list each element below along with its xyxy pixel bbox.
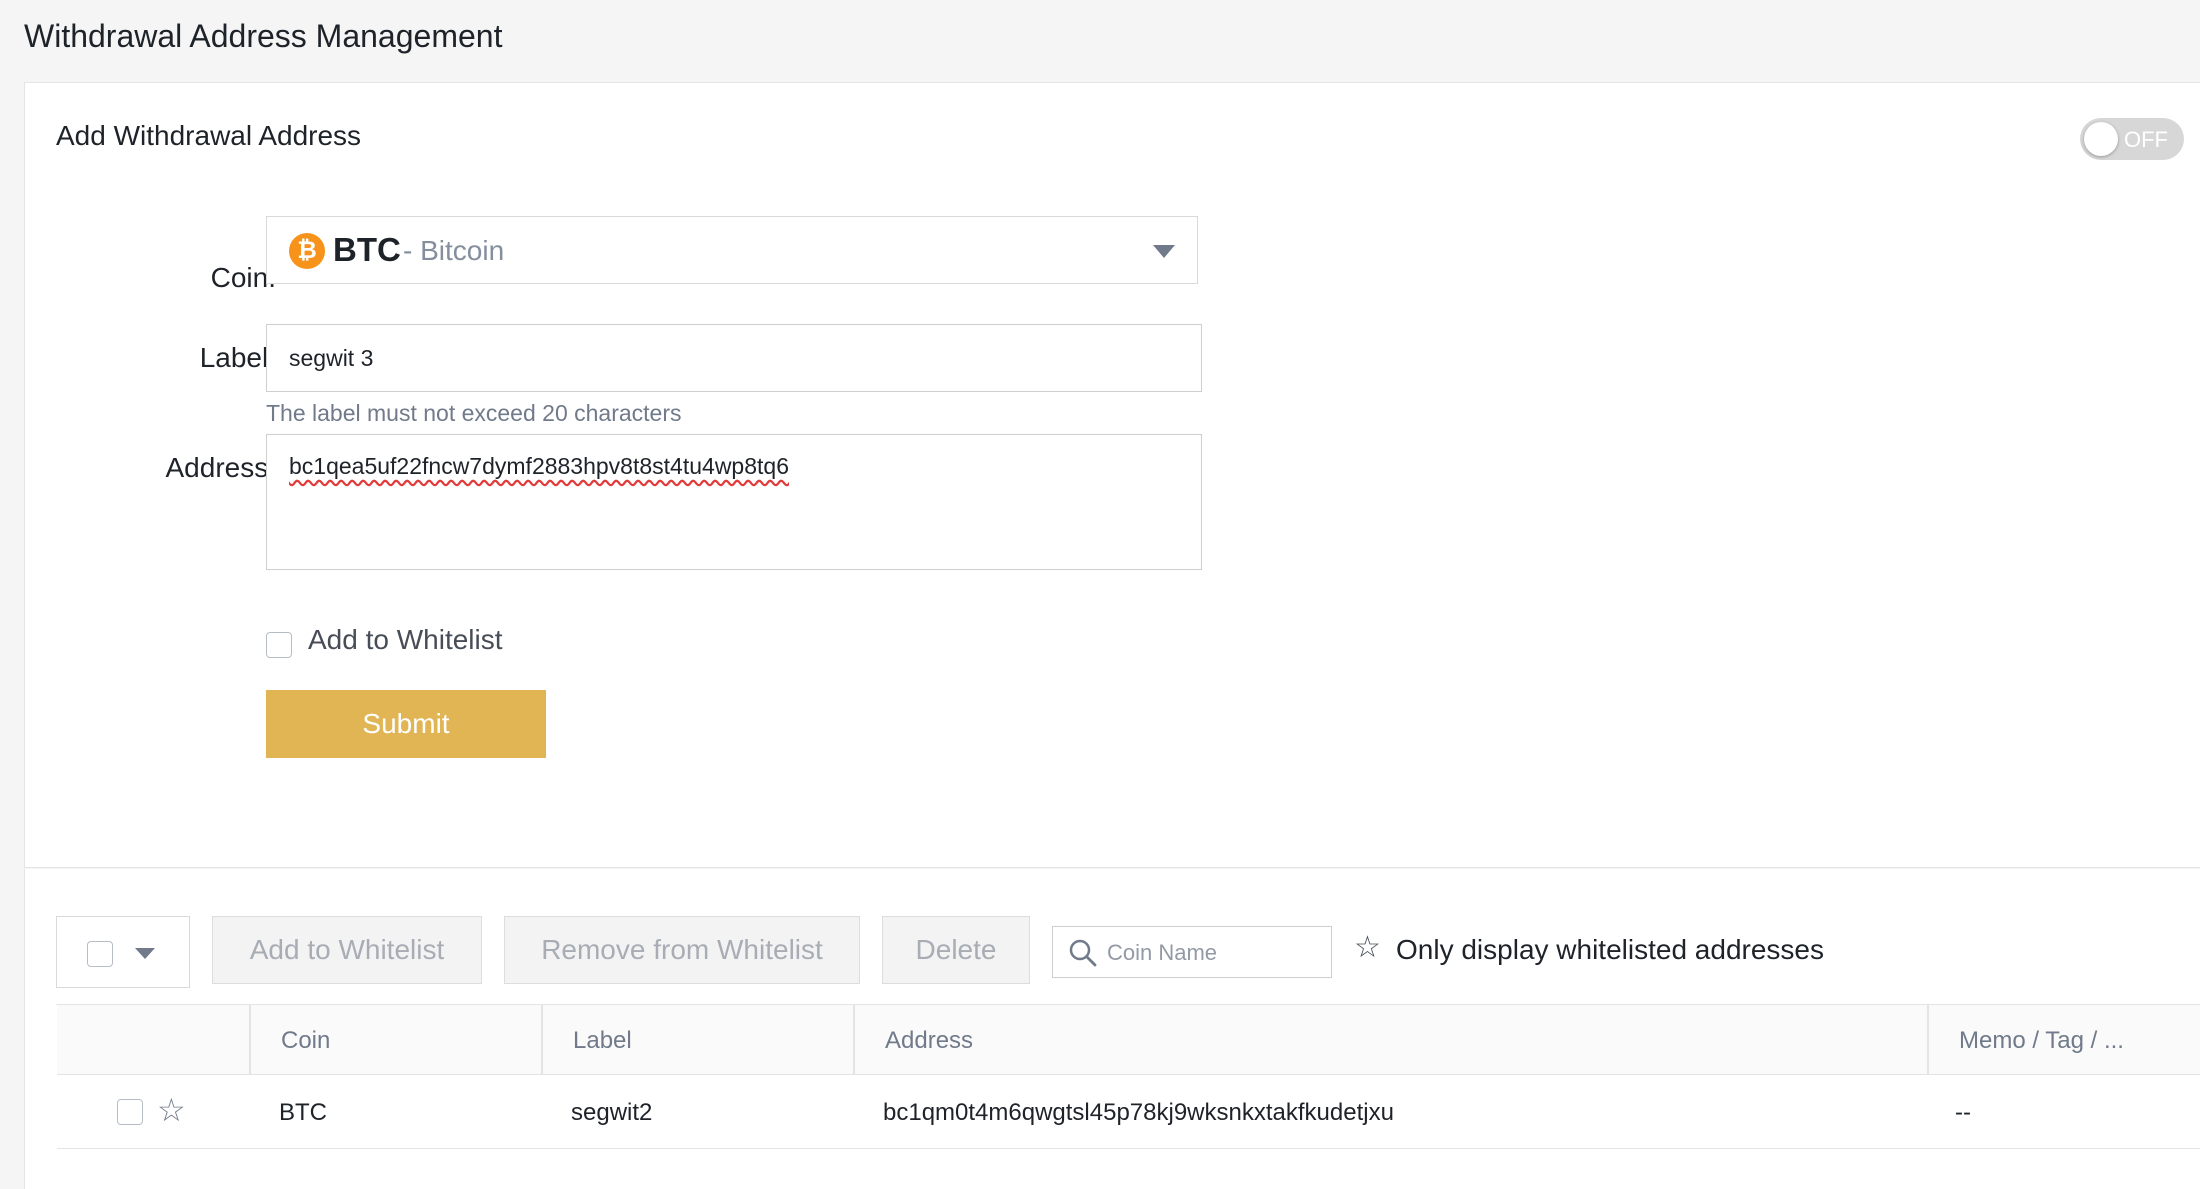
coin-label: Coin: xyxy=(210,262,276,293)
row-memo: -- xyxy=(1955,1099,1971,1126)
coin-select[interactable]: ₿ BTC - Bitcoin xyxy=(266,216,1198,284)
select-all-checkbox[interactable] xyxy=(87,941,113,967)
star-outline-icon[interactable]: ☆ xyxy=(157,1091,186,1129)
coin-symbol: BTC xyxy=(333,231,401,268)
coin-name: - Bitcoin xyxy=(403,235,505,266)
toggle-state-label: OFF xyxy=(2124,127,2168,152)
label-field-label: Label: xyxy=(199,342,276,373)
column-header-memo: Memo / Tag / ... xyxy=(1959,1027,2124,1054)
label-input[interactable] xyxy=(266,324,1202,392)
table-row[interactable]: ☆ BTC segwit2 bc1qm0t4m6qwgtsl45p78kj9wk… xyxy=(57,1075,2200,1149)
column-header-coin: Coin xyxy=(281,1027,331,1054)
delete-button[interactable]: Delete xyxy=(882,916,1030,984)
column-header-address: Address xyxy=(885,1027,974,1054)
submit-button[interactable]: Submit xyxy=(266,690,546,758)
search-placeholder: Coin Name xyxy=(1107,940,1218,965)
page-title: Withdrawal Address Management xyxy=(24,18,503,54)
column-divider xyxy=(1927,1005,1929,1075)
star-outline-icon[interactable]: ☆ xyxy=(1354,930,1381,965)
bitcoin-icon: ₿ xyxy=(289,233,325,269)
label-hint: The label must not exceed 20 characters xyxy=(266,400,682,426)
row-address: bc1qm0t4m6qwgtsl45p78kj9wksnkxtakfkudetj… xyxy=(883,1099,1394,1126)
row-checkbox[interactable] xyxy=(117,1099,143,1125)
add-to-whitelist-label[interactable]: Add to Whitelist xyxy=(308,624,503,656)
address-field-label: Address: xyxy=(165,452,277,483)
coin-search-input[interactable]: Coin Name xyxy=(1052,926,1332,978)
add-to-whitelist-button[interactable]: Add to Whitelist xyxy=(212,916,482,984)
search-icon xyxy=(1069,939,1097,967)
column-header-label: Label xyxy=(573,1027,632,1054)
row-label: segwit2 xyxy=(571,1099,653,1126)
chevron-down-icon xyxy=(1153,245,1175,258)
column-divider xyxy=(853,1005,855,1075)
column-divider xyxy=(541,1005,543,1075)
chevron-down-icon[interactable] xyxy=(135,948,155,959)
only-whitelisted-filter-label[interactable]: Only display whitelisted addresses xyxy=(1396,934,1824,966)
remove-from-whitelist-button[interactable]: Remove from Whitelist xyxy=(504,916,860,984)
whitelist-toggle[interactable]: OFF xyxy=(2080,118,2184,160)
address-input[interactable]: bc1qea5uf22fncw7dymf2883hpv8t8st4tu4wp8t… xyxy=(266,434,1202,570)
card-title: Add Withdrawal Address xyxy=(56,120,362,151)
add-to-whitelist-checkbox[interactable] xyxy=(266,632,292,658)
table-header: Coin Label Address Memo / Tag / ... xyxy=(57,1005,2200,1075)
column-divider xyxy=(249,1005,251,1075)
toggle-knob xyxy=(2084,122,2118,156)
address-table: Coin Label Address Memo / Tag / ... ☆ BT… xyxy=(56,1004,2200,1149)
select-all-dropdown[interactable] xyxy=(56,916,190,988)
row-coin: BTC xyxy=(279,1099,327,1126)
